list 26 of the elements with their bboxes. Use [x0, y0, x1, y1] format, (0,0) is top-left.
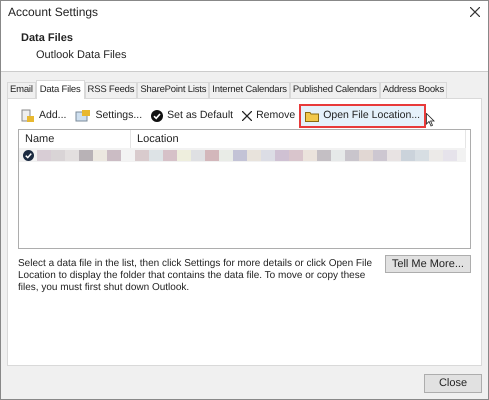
toolbar-button[interactable]: Open File Location...	[301, 106, 424, 126]
close-button[interactable]: Close	[424, 374, 482, 393]
close-icon[interactable]	[470, 7, 480, 18]
toolbar-button[interactable]: Remove	[239, 106, 298, 126]
mouse-pointer-icon	[426, 113, 436, 127]
help-text: Select a data file in the list, then click Settings for more details or click Open File Location to display the folder that contains the data file. To move or copy these files, you must first shut down Outlook.	[18, 257, 374, 294]
folder-icon	[305, 110, 320, 122]
toolbar-button[interactable]: Set as Default	[148, 106, 236, 126]
window-title: Account Settings	[8, 4, 98, 22]
check-circle-icon	[23, 150, 34, 160]
toolbar-button[interactable]: Add...	[18, 106, 70, 126]
tab[interactable]: Published Calendars	[290, 82, 380, 98]
tab[interactable]: Data Files	[36, 80, 85, 99]
tab[interactable]: RSS Feeds	[84, 82, 138, 98]
section-title: Data Files	[21, 30, 74, 46]
remove-icon	[242, 111, 252, 121]
settings-icon	[75, 109, 92, 123]
toolbar-button[interactable]: Settings...	[72, 106, 146, 126]
check-circle-icon	[151, 110, 164, 122]
tab[interactable]: Internet Calendars	[209, 82, 290, 98]
tell-me-more-button[interactable]: Tell Me More...	[384, 255, 471, 273]
tab[interactable]: Email	[7, 82, 36, 98]
section-subtitle: Outlook Data Files	[35, 48, 128, 64]
tab[interactable]: SharePoint Lists	[137, 82, 210, 98]
document-icon	[21, 109, 35, 123]
tab[interactable]: Address Books	[380, 82, 448, 98]
